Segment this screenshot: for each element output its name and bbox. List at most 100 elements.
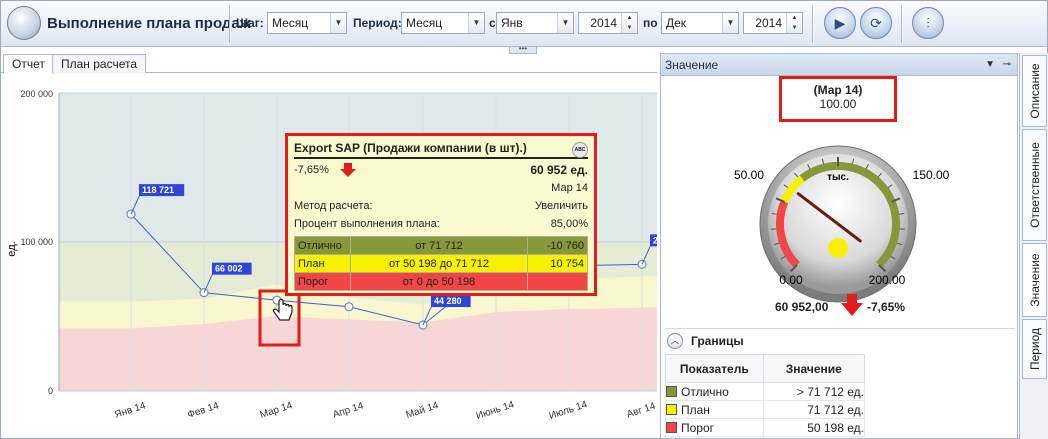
y-tick-label: 200 000 <box>20 89 53 99</box>
bounds-section-header[interactable]: ︿ Границы <box>665 328 1015 352</box>
step-combo[interactable]: Месяц ▼ <box>267 12 347 34</box>
tab-report[interactable]: Отчет <box>3 54 54 74</box>
value-panel: Значение ▼ ⊸ (Мар 14) 100.00 тыс. 0.00 5… <box>660 53 1018 439</box>
tooltip-value: 60 952 ед. <box>530 163 588 177</box>
chevron-down-icon[interactable]: ▼ <box>722 13 738 33</box>
from-month-value: Янв <box>501 16 523 30</box>
gauge-label-50: 50.00 <box>734 168 764 182</box>
point-label: 66 002 <box>215 264 243 274</box>
color-swatch <box>666 403 677 415</box>
point-tooltip: Export SAP (Продажи компании (в шт).) AB… <box>285 133 597 296</box>
gauge-label-min: 0.00 <box>779 273 803 287</box>
gauge-value-row: 60 952,00 -7,65% <box>661 292 1019 322</box>
from-month-combo[interactable]: Янв ▼ <box>496 12 574 34</box>
step-value: Месяц <box>272 16 309 30</box>
column-header[interactable]: Показатель <box>665 354 764 383</box>
side-tab-description[interactable]: Описание <box>1022 55 1047 127</box>
chevron-up-icon[interactable]: ︿ <box>667 333 683 349</box>
bounds-header-row: Показатель Значение <box>665 354 866 383</box>
x-tick-label: Мар 14 <box>259 400 295 421</box>
spinner-arrows-icon[interactable]: ▲ ▼ <box>621 13 637 33</box>
threshold-diff: -10 760 <box>527 236 588 255</box>
tooltip-plan-pct-value: 85,00% <box>550 218 588 230</box>
value-panel-title: Значение <box>665 58 719 72</box>
app-title: Выполнение плана продаж <box>47 15 251 32</box>
threshold-row: Порог от 0 до 50 198 <box>294 272 588 291</box>
from-label: с <box>489 16 496 30</box>
tooltip-period: Мар 14 <box>551 182 588 194</box>
to-label: по <box>643 16 658 30</box>
tooltip-percent: -7,65% <box>294 164 329 176</box>
settings-button[interactable]: ⫶ <box>912 7 944 39</box>
chevron-down-icon[interactable]: ▼ <box>330 13 346 33</box>
column-header[interactable]: Значение <box>762 354 866 383</box>
table-row[interactable]: Отлично > 71 712 ед. <box>665 382 866 401</box>
data-point[interactable] <box>344 302 354 312</box>
tooltip-method-label: Метод расчета: <box>294 200 373 212</box>
bound-value: > 71 712 ед. <box>762 382 866 401</box>
point-label: 118 721 <box>142 185 174 195</box>
tab-plan-calculation[interactable]: План расчета <box>52 54 147 73</box>
threshold-name: Отлично <box>294 236 351 255</box>
gauge-status-dot <box>828 238 848 258</box>
toolbar-separator <box>229 5 230 43</box>
side-tab-value[interactable]: Значение <box>1022 243 1047 317</box>
y-tick-label: 100 000 <box>20 237 53 247</box>
gauge-period: (Мар 14) <box>813 83 863 97</box>
gauge-label-150: 150.00 <box>913 168 950 182</box>
side-tab-responsible[interactable]: Ответственные <box>1022 129 1047 241</box>
gauge-unit: тыс. <box>827 172 849 183</box>
app-logo-icon <box>7 6 41 40</box>
point-label: 2 <box>653 235 657 245</box>
table-row[interactable]: Порог 50 198 ед. <box>665 418 866 437</box>
step-label: Шаг: <box>236 16 264 30</box>
threshold-name: Порог <box>294 272 351 291</box>
bound-name: План <box>681 402 710 417</box>
bound-value: 71 712 ед. <box>762 400 866 419</box>
refresh-button[interactable]: ⟳ <box>860 7 892 39</box>
spinner-arrows-icon[interactable]: ▲ ▼ <box>786 13 802 33</box>
point-label: 44 280 <box>434 296 462 306</box>
period-combo[interactable]: Месяц ▼ <box>401 12 485 34</box>
x-tick-label: Янв 14 <box>113 400 147 420</box>
from-year-spinner[interactable]: 2014 ▲ ▼ <box>578 12 638 34</box>
threshold-range: от 71 712 <box>350 236 528 255</box>
threshold-diff: 10 754 <box>527 254 588 273</box>
period-value: Месяц <box>406 16 443 30</box>
tooltip-thresholds-table: Отлично от 71 712 -10 760 План от 50 198… <box>294 236 588 291</box>
side-tab-period[interactable]: Период <box>1022 319 1047 379</box>
period-label: Период: <box>353 16 402 30</box>
arrow-down-icon <box>340 163 356 177</box>
arrow-down-icon <box>841 294 863 316</box>
gauge-percent: -7,65% <box>867 300 906 314</box>
gauge-period-value: 100.00 <box>819 97 857 111</box>
panel-menu-icon[interactable]: ▼ <box>985 54 995 76</box>
play-button[interactable]: ▶ <box>824 7 856 39</box>
to-month-combo[interactable]: Дек ▼ <box>661 12 739 34</box>
x-tick-label: Июнь 14 <box>475 399 516 422</box>
toolbar-separator <box>812 5 813 43</box>
gauge-value: 60 952,00 <box>775 300 829 314</box>
chevron-down-icon[interactable]: ▼ <box>468 13 484 33</box>
app-window: Выполнение плана продаж Шаг: Месяц ▼ Пер… <box>0 0 1048 439</box>
table-row[interactable]: План 71 712 ед. <box>665 400 866 419</box>
color-swatch <box>666 421 677 433</box>
to-year-spinner[interactable]: 2014 ▲ ▼ <box>743 12 803 34</box>
color-swatch <box>666 385 677 397</box>
chart-ylabel: ед. <box>6 241 18 256</box>
toolbar: Выполнение плана продаж Шаг: Месяц ▼ Пер… <box>1 1 1047 47</box>
from-year-value: 2014 <box>590 16 617 30</box>
pin-icon[interactable]: ⊸ <box>1003 54 1011 76</box>
threshold-range: от 50 198 до 71 712 <box>350 254 528 273</box>
side-tab-label: Ответственные <box>1027 142 1042 228</box>
chevron-down-icon[interactable]: ▼ <box>557 13 573 33</box>
threshold-range: от 0 до 50 198 <box>350 272 528 291</box>
report-tabs: Отчет План расчета <box>1 53 657 74</box>
bounds-table: Показатель Значение Отлично > 71 712 ед.… <box>665 354 866 437</box>
tooltip-plan-pct-label: Процент выполнения плана: <box>294 218 440 230</box>
threshold-diff <box>527 272 588 291</box>
x-tick-label: Июль 14 <box>548 399 589 422</box>
abc-icon: ABC <box>572 142 588 158</box>
side-tab-label: Значение <box>1027 253 1042 307</box>
bound-name: Порог <box>681 420 715 435</box>
